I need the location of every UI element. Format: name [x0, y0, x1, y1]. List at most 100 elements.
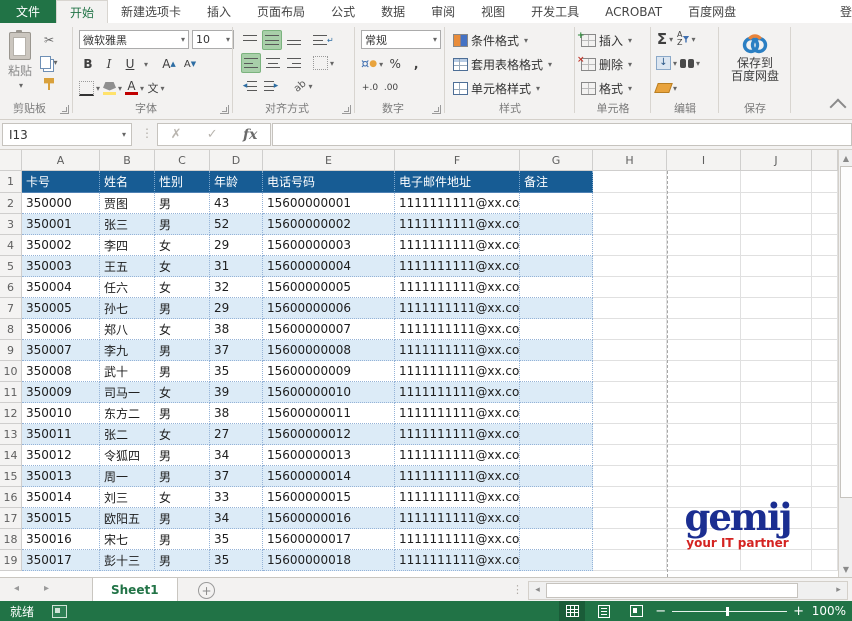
cell-F3[interactable]: 1111111111@xx.co	[395, 214, 520, 235]
cell-I7[interactable]	[667, 298, 741, 319]
cell-I12[interactable]	[667, 403, 741, 424]
scroll-down-arrow[interactable]: ▼	[840, 562, 852, 576]
cell-G14[interactable]	[520, 445, 593, 466]
cell-J1[interactable]	[741, 171, 812, 193]
cell-A11[interactable]: 350009	[22, 382, 100, 403]
cell-H14[interactable]	[593, 445, 667, 466]
cell-D1[interactable]: 年龄	[210, 171, 263, 193]
cell-G16[interactable]	[520, 487, 593, 508]
cell-H11[interactable]	[593, 382, 667, 403]
cell-K9[interactable]	[812, 340, 838, 361]
cell-K14[interactable]	[812, 445, 838, 466]
wrap-text-button[interactable]: ↵	[313, 31, 334, 49]
collapse-ribbon-chevron[interactable]	[830, 99, 847, 116]
tab-开始[interactable]: 开始	[56, 0, 108, 23]
cell-C3[interactable]: 男	[155, 214, 210, 235]
row-header-1[interactable]: 1	[0, 171, 22, 193]
cell-K2[interactable]	[812, 193, 838, 214]
cell-E1[interactable]: 电话号码	[263, 171, 395, 193]
cell-J3[interactable]	[741, 214, 812, 235]
cell-E11[interactable]: 15600000010	[263, 382, 395, 403]
cell-H6[interactable]	[593, 277, 667, 298]
scroll-up-arrow[interactable]: ▲	[840, 151, 852, 165]
row-header-19[interactable]: 19	[0, 550, 22, 571]
tab-开发工具[interactable]: 开发工具	[518, 0, 592, 23]
cell-E13[interactable]: 15600000012	[263, 424, 395, 445]
cell-E9[interactable]: 15600000008	[263, 340, 395, 361]
row-header-7[interactable]: 7	[0, 298, 22, 319]
cell-C12[interactable]: 男	[155, 403, 210, 424]
underline-button[interactable]: U	[121, 55, 139, 73]
cell-J13[interactable]	[741, 424, 812, 445]
cell-D10[interactable]: 35	[210, 361, 263, 382]
phonetic-guide-button[interactable]: 文▾	[147, 79, 165, 97]
cell-A9[interactable]: 350007	[22, 340, 100, 361]
cell-D2[interactable]: 43	[210, 193, 263, 214]
zoom-out-button[interactable]: −	[655, 605, 666, 618]
macro-record-icon[interactable]	[52, 605, 67, 618]
cell-J2[interactable]	[741, 193, 812, 214]
cell-K10[interactable]	[812, 361, 838, 382]
tab-公式[interactable]: 公式	[318, 0, 368, 23]
cell-J5[interactable]	[741, 256, 812, 277]
page-break-view-button[interactable]	[623, 601, 649, 621]
find-select-button[interactable]: ▾	[680, 54, 700, 72]
cell-E8[interactable]: 15600000007	[263, 319, 395, 340]
cell-I1[interactable]	[667, 171, 741, 193]
enter-button[interactable]: ✓	[207, 127, 218, 142]
number-format-combo[interactable]: 常规▾	[361, 30, 441, 49]
cell-B8[interactable]: 郑八	[100, 319, 155, 340]
cell-B2[interactable]: 贾图	[100, 193, 155, 214]
cell-G15[interactable]	[520, 466, 593, 487]
zoom-percentage[interactable]: 100%	[810, 604, 846, 618]
font-dialog-launcher[interactable]	[220, 105, 229, 114]
save-to-baidu-button[interactable]: 保存到百度网盘	[727, 25, 783, 99]
cell-G8[interactable]	[520, 319, 593, 340]
cell-G5[interactable]	[520, 256, 593, 277]
cell-E6[interactable]: 15600000005	[263, 277, 395, 298]
tab-页面布局[interactable]: 页面布局	[244, 0, 318, 23]
column-header-B[interactable]: B	[100, 150, 155, 171]
cell-E15[interactable]: 15600000014	[263, 466, 395, 487]
percent-style-button[interactable]: %	[386, 55, 404, 73]
cell-A1[interactable]: 卡号	[22, 171, 100, 193]
cell-E12[interactable]: 15600000011	[263, 403, 395, 424]
cell-I11[interactable]	[667, 382, 741, 403]
cell-J14[interactable]	[741, 445, 812, 466]
cell-F10[interactable]: 1111111111@xx.co	[395, 361, 520, 382]
cell-J7[interactable]	[741, 298, 812, 319]
row-header-6[interactable]: 6	[0, 277, 22, 298]
row-header-18[interactable]: 18	[0, 529, 22, 550]
cell-D15[interactable]: 37	[210, 466, 263, 487]
align-top-button[interactable]	[241, 31, 259, 49]
cell-I10[interactable]	[667, 361, 741, 382]
cell-G4[interactable]	[520, 235, 593, 256]
accounting-format-button[interactable]: ¤●▾	[361, 55, 383, 73]
cell-E4[interactable]: 15600000003	[263, 235, 395, 256]
cell-D12[interactable]: 38	[210, 403, 263, 424]
name-box-dropdown-arrow[interactable]: ▾	[122, 130, 126, 139]
fill-button[interactable]: ↓▾	[656, 54, 677, 72]
cell-E5[interactable]: 15600000004	[263, 256, 395, 277]
cell-A3[interactable]: 350001	[22, 214, 100, 235]
cell-E18[interactable]: 15600000017	[263, 529, 395, 550]
cell-H15[interactable]	[593, 466, 667, 487]
tab-数据[interactable]: 数据	[368, 0, 418, 23]
cell-B15[interactable]: 周一	[100, 466, 155, 487]
delete-cells-button[interactable]: × 删除▾	[581, 56, 632, 73]
cell-F11[interactable]: 1111111111@xx.co	[395, 382, 520, 403]
cell-G9[interactable]	[520, 340, 593, 361]
bold-button[interactable]: B	[79, 55, 97, 73]
cell-E16[interactable]: 15600000015	[263, 487, 395, 508]
cell-D14[interactable]: 34	[210, 445, 263, 466]
format-painter-button[interactable]	[40, 75, 58, 93]
column-header-C[interactable]: C	[155, 150, 210, 171]
cell-H13[interactable]	[593, 424, 667, 445]
column-header-A[interactable]: A	[22, 150, 100, 171]
cell-C18[interactable]: 男	[155, 529, 210, 550]
grow-font-button[interactable]: A▲	[160, 55, 178, 73]
align-middle-button[interactable]	[262, 30, 282, 50]
cell-A17[interactable]: 350015	[22, 508, 100, 529]
cell-J6[interactable]	[741, 277, 812, 298]
font-size-combo[interactable]: 10▾	[192, 30, 234, 49]
